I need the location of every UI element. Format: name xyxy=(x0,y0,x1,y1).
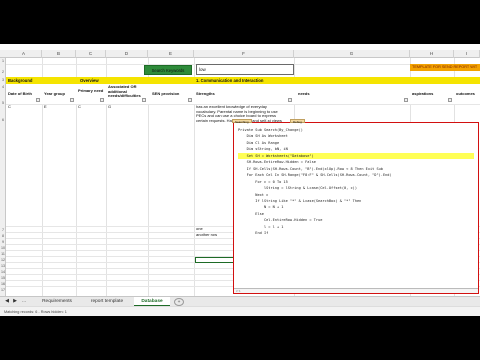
band-background: Background xyxy=(8,78,33,83)
column-title-row: Date of Birth Year group Primary need As… xyxy=(6,84,480,104)
column-header-h[interactable]: H xyxy=(410,50,454,58)
vba-tab-debug[interactable]: Debug xyxy=(290,119,305,124)
report-template-banner: TEMPLATE FOR SEND REPORT WIT xyxy=(410,64,480,71)
vba-code[interactable]: Private Sub Search(By_Change() Dim SH As… xyxy=(238,127,474,237)
search-input[interactable]: low xyxy=(196,64,294,75)
header-dob: Date of Birth xyxy=(8,91,32,96)
cell-lower-2[interactable]: another row xyxy=(196,233,217,238)
column-header-f[interactable]: F xyxy=(194,50,294,58)
header-sen-provision: SEN provision xyxy=(152,91,180,96)
vba-code-window[interactable]: Searching Debug Private Sub Search(By_Ch… xyxy=(232,119,479,294)
filter-dropdown[interactable] xyxy=(142,98,146,102)
selected-cell[interactable] xyxy=(195,257,235,263)
cell-year-group[interactable]: E xyxy=(44,105,47,110)
column-header-d[interactable]: D xyxy=(106,50,148,58)
header-associated-needs: Associated OR additional needs/difficult… xyxy=(108,84,141,99)
status-bar: Matching records: 6 - Rows hidden: 1 xyxy=(0,306,480,316)
cell-primary-need[interactable]: C xyxy=(78,105,81,110)
column-header-c[interactable]: C xyxy=(76,50,106,58)
code-line: End If xyxy=(238,231,269,236)
filter-dropdown[interactable] xyxy=(70,98,74,102)
column-header-i[interactable]: I xyxy=(454,50,480,58)
band-overview: Overview xyxy=(80,78,99,83)
filter-dropdown[interactable] xyxy=(288,98,292,102)
cell-associated[interactable]: G xyxy=(108,105,111,110)
column-header-g[interactable]: G xyxy=(294,50,410,58)
cell-lower-1[interactable]: one xyxy=(196,227,203,232)
filter-dropdown[interactable] xyxy=(100,98,104,102)
filter-dropdown[interactable] xyxy=(36,98,40,102)
header-primary-need: Primary need xyxy=(78,88,104,93)
filter-dropdown[interactable] xyxy=(404,98,408,102)
band-communication: 1. Communication and Interaction xyxy=(196,78,264,83)
column-headers: A B C D E F G H I xyxy=(0,50,480,58)
column-header-e[interactable]: E xyxy=(148,50,194,58)
column-header-a[interactable]: A xyxy=(6,50,42,58)
filter-dropdown[interactable] xyxy=(188,98,192,102)
add-sheet-button[interactable]: + xyxy=(174,298,184,306)
vba-tab-searching[interactable]: Searching xyxy=(232,119,252,124)
search-keywords-button[interactable]: Search Keywords xyxy=(144,65,192,75)
header-outcomes: outcomes xyxy=(456,91,475,96)
vba-scrollbar[interactable]: < > xyxy=(234,288,478,293)
video-frame: A B C D E F G H I 1 2 3 4 5 6 7 8 9 10 1… xyxy=(0,0,480,360)
column-header-b[interactable]: B xyxy=(42,50,76,58)
cell-dob[interactable]: C xyxy=(8,105,11,110)
excel-window: A B C D E F G H I 1 2 3 4 5 6 7 8 9 10 1… xyxy=(0,44,480,316)
header-strengths: Strengths xyxy=(196,91,215,96)
header-year-group: Year group xyxy=(44,91,65,96)
section-band: Background Overview 1. Communication and… xyxy=(6,77,480,84)
sheet-tab-bar: ◀ ▶ ... Requirements report template Dat… xyxy=(0,296,480,307)
header-aspirations: aspirations xyxy=(412,91,434,96)
header-needs: needs xyxy=(298,91,310,96)
filter-dropdown[interactable] xyxy=(448,98,452,102)
